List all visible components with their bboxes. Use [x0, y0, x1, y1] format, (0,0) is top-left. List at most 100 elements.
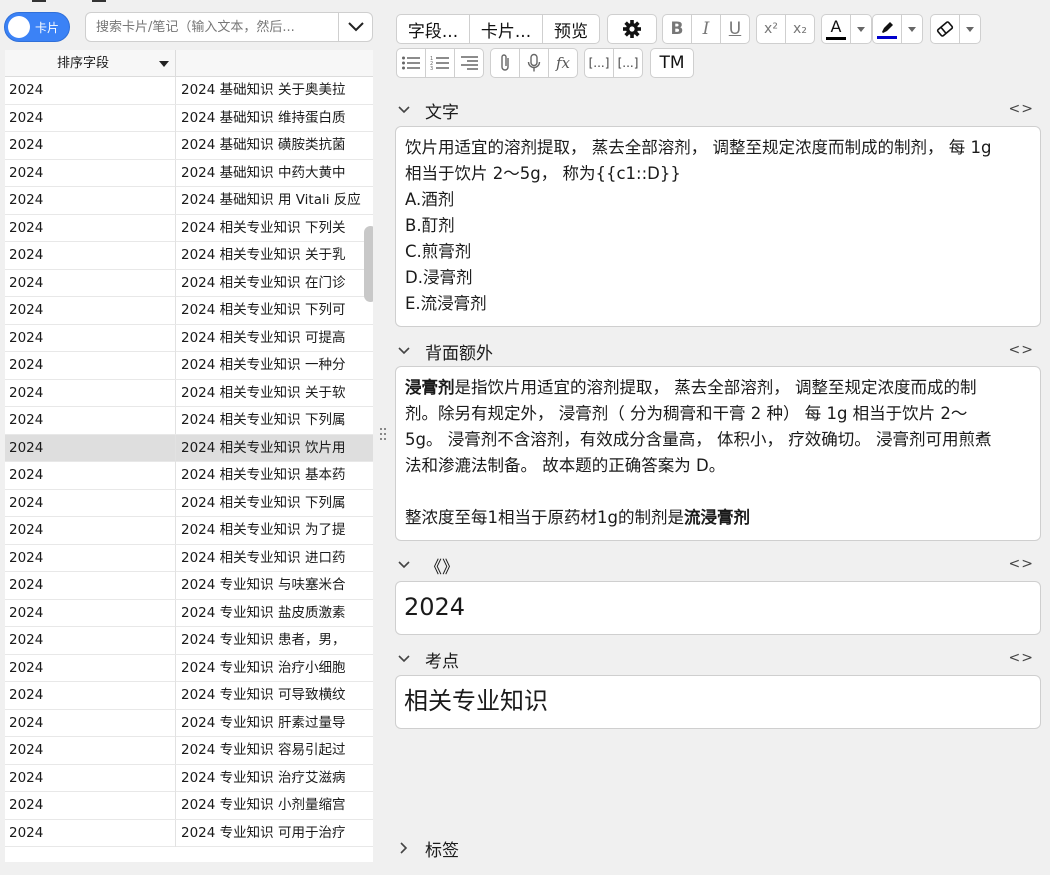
- cloze-button[interactable]: [...]: [584, 48, 614, 78]
- column-header-sort-field[interactable]: 排序字段: [5, 50, 176, 77]
- field-editor-back-extra[interactable]: 浸膏剂是指饮片用适宜的溶剂提取， 蒸去全部溶剂， 调整至规定浓度而成的制 剂。除…: [395, 366, 1041, 541]
- table-row[interactable]: 2024 2024 相关专业知识 可提高: [5, 324, 373, 352]
- cell-sort-field: 2024: [5, 379, 176, 407]
- text-field-line: A.酒剂: [405, 190, 455, 209]
- unordered-list-button[interactable]: [396, 48, 426, 78]
- table-row[interactable]: 2024 2024 专业知识 治疗艾滋病: [5, 764, 373, 792]
- table-row[interactable]: 2024 2024 专业知识 肝素过量导: [5, 709, 373, 737]
- table-row[interactable]: 2024 2024 相关专业知识 饮片用: [5, 434, 373, 462]
- cell-sort-field: 2024: [5, 737, 176, 764]
- fields-button[interactable]: 字段...: [396, 14, 470, 44]
- panel-splitter-handle[interactable]: [380, 428, 386, 444]
- table-row[interactable]: 2024 2024 基础知识 中药大黄中: [5, 159, 373, 187]
- tm-button[interactable]: TM: [650, 48, 694, 78]
- table-row[interactable]: 2024 2024 专业知识 盐皮质激素: [5, 599, 373, 627]
- subscript-button[interactable]: x₂: [785, 14, 815, 44]
- field-header-source[interactable]: 《》: [395, 552, 459, 578]
- superscript-button[interactable]: x²: [756, 14, 786, 44]
- cloze-same-number-button[interactable]: [...]: [613, 48, 643, 78]
- table-row[interactable]: 2024 2024 专业知识 可用于治疗: [5, 819, 373, 847]
- text-field-line: E.流浸膏剂: [405, 294, 487, 313]
- bold-button[interactable]: B: [662, 14, 692, 44]
- cards-button[interactable]: 卡片...: [469, 14, 543, 44]
- table-row[interactable]: 2024 2024 专业知识 可导致横纹: [5, 682, 373, 710]
- field-header-text[interactable]: 文字: [395, 97, 459, 123]
- record-audio-button[interactable]: [519, 48, 549, 78]
- field-editor-source[interactable]: 2024: [395, 581, 1041, 635]
- text-color-button[interactable]: A: [821, 14, 851, 44]
- tags-header[interactable]: 标签: [395, 835, 459, 861]
- field-header-exam-point[interactable]: 考点: [395, 646, 459, 672]
- chevron-down-icon[interactable]: [395, 342, 413, 360]
- table-row[interactable]: 2024 2024 相关专业知识 基本药: [5, 462, 373, 490]
- search-history-dropdown[interactable]: [338, 13, 372, 41]
- chevron-down-icon[interactable]: [395, 101, 413, 119]
- italic-button[interactable]: I: [691, 14, 721, 44]
- highlight-button[interactable]: [872, 14, 902, 44]
- chevron-down-icon: [857, 26, 865, 32]
- table-row[interactable]: 2024 2024 专业知识 容易引起过: [5, 737, 373, 765]
- cell-sort-field: 2024: [5, 462, 176, 489]
- table-row[interactable]: 2024 2024 相关专业知识 在门诊: [5, 269, 373, 297]
- chevron-down-icon: [348, 22, 364, 32]
- table-row[interactable]: 2024 2024 相关专业知识 下列关: [5, 214, 373, 242]
- table-row[interactable]: 2024 2024 相关专业知识 下列属: [5, 407, 373, 435]
- table-row[interactable]: 2024 2024 相关专业知识 关于软: [5, 379, 373, 407]
- cell-question: 2024 基础知识 磺胺类抗菌: [181, 137, 346, 153]
- underline-icon: U: [728, 19, 742, 39]
- field-header-back-extra[interactable]: 背面额外: [395, 338, 493, 364]
- field-editor-exam-point[interactable]: 相关专业知识: [395, 675, 1041, 729]
- clear-formatting-button[interactable]: [930, 14, 960, 44]
- chevron-down-icon[interactable]: [395, 650, 413, 668]
- browser-panel: 卡片 排序字段 2024 2024 基础知识 关于奥美拉 2024 2024 基础知识…: [0, 0, 378, 875]
- table-row[interactable]: 2024 2024 相关专业知识 进口药: [5, 544, 373, 572]
- cards-notes-toggle[interactable]: 卡片: [4, 12, 70, 42]
- table-row[interactable]: 2024 2024 相关专业知识 关于乳: [5, 242, 373, 270]
- clear-formatting-dropdown[interactable]: [959, 14, 981, 44]
- mathjax-button[interactable]: fx: [548, 48, 578, 78]
- table-row[interactable]: 2024 2024 专业知识 患者，男，: [5, 627, 373, 655]
- highlight-dropdown[interactable]: [901, 14, 923, 44]
- html-editor-toggle-icon[interactable]: <>: [1009, 342, 1034, 358]
- search-input[interactable]: [86, 13, 338, 41]
- underline-button[interactable]: U: [720, 14, 750, 44]
- html-editor-toggle-icon[interactable]: <>: [1009, 556, 1034, 572]
- bullet-list-icon: [402, 56, 420, 70]
- cell-sort-field: 2024: [5, 269, 176, 297]
- chevron-right-icon[interactable]: [395, 839, 413, 857]
- attach-button[interactable]: [490, 48, 520, 78]
- table-row[interactable]: 2024 2024 基础知识 用 Vitali 反应: [5, 187, 373, 215]
- vertical-scrollbar[interactable]: [364, 226, 373, 302]
- html-editor-toggle-icon[interactable]: <>: [1009, 650, 1034, 666]
- chevron-down-icon[interactable]: [395, 556, 413, 574]
- table-row[interactable]: 2024 2024 专业知识 治疗小细胞: [5, 654, 373, 682]
- table-row[interactable]: 2024 2024 专业知识 与呋塞米合: [5, 572, 373, 600]
- table-row[interactable]: 2024 2024 基础知识 维持蛋白质: [5, 104, 373, 132]
- column-header-question[interactable]: [177, 50, 373, 77]
- cell-sort-field: 2024: [5, 572, 176, 599]
- back-extra-text: 是指饮片用适宜的溶剂提取， 蒸去全部溶剂， 调整至规定浓度而成的制: [454, 378, 977, 397]
- table-row[interactable]: 2024 2024 专业知识 小剂量缩宫: [5, 792, 373, 820]
- text-field-line: B.酊剂: [405, 216, 455, 235]
- back-extra-line: 整浓度至每1相当于原药材1g的制剂是流浸膏剂: [405, 505, 1031, 531]
- cell-question: 2024 相关专业知识 一种分: [181, 357, 346, 373]
- exam-point-value: 相关专业知识: [404, 687, 548, 715]
- table-row[interactable]: 2024 2024 基础知识 磺胺类抗菌: [5, 132, 373, 160]
- top-edge: [0, 0, 378, 4]
- table-row[interactable]: 2024 2024 相关专业知识 下列属: [5, 489, 373, 517]
- preview-button[interactable]: 预览: [542, 14, 600, 44]
- bold-term: 流浸膏剂: [683, 508, 750, 527]
- text-color-dropdown[interactable]: [850, 14, 872, 44]
- cell-sort-field: 2024: [5, 187, 176, 214]
- table-row[interactable]: 2024 2024 相关专业知识 一种分: [5, 352, 373, 380]
- html-editor-toggle-icon[interactable]: <>: [1009, 101, 1034, 117]
- ordered-list-button[interactable]: 123: [425, 48, 455, 78]
- table-row[interactable]: 2024 2024 相关专业知识 为了提: [5, 517, 373, 545]
- back-extra-text: 整浓度至每1相当于原药材1g的制剂是: [405, 508, 684, 527]
- cell-sort-field: 2024: [5, 242, 176, 269]
- alignment-button[interactable]: [454, 48, 484, 78]
- options-button[interactable]: [607, 14, 657, 44]
- table-row[interactable]: 2024 2024 相关专业知识 下列可: [5, 297, 373, 325]
- field-editor-text[interactable]: 饮片用适宜的溶剂提取， 蒸去全部溶剂， 调整至规定浓度而制成的制剂， 每 1g 相…: [395, 126, 1041, 327]
- table-row[interactable]: 2024 2024 基础知识 关于奥美拉: [5, 77, 373, 105]
